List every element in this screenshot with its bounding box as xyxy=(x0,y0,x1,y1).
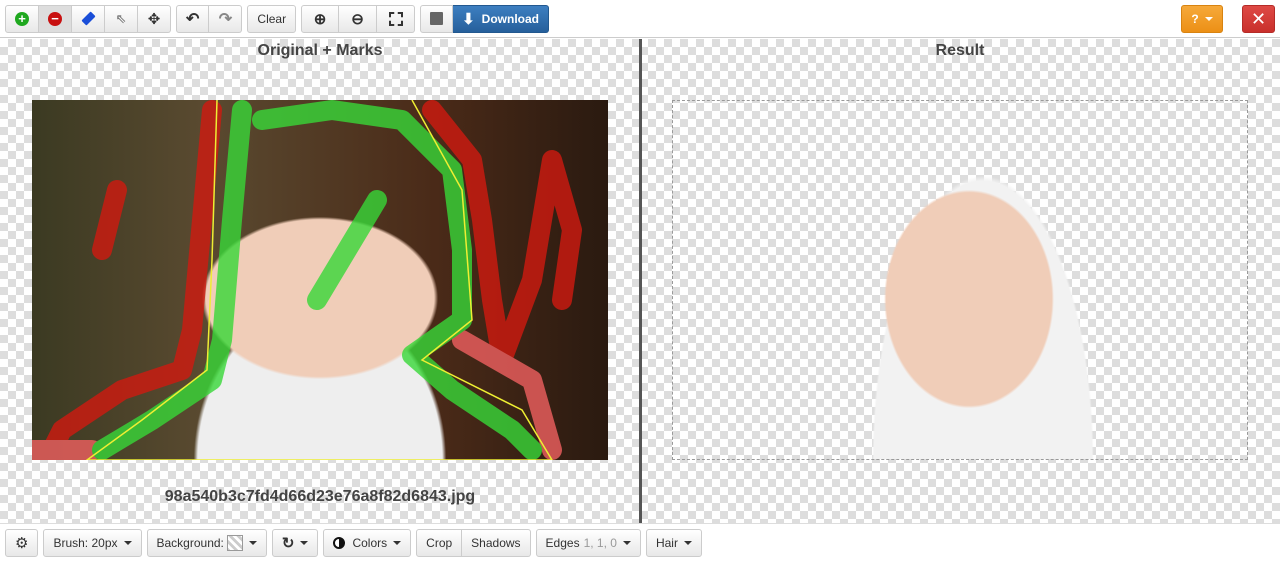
cursor-icon: ⇖ xyxy=(115,10,127,26)
background-label: Background: xyxy=(156,535,224,550)
help-label: ? xyxy=(1191,12,1199,26)
background-dropdown[interactable]: Background: xyxy=(146,528,267,557)
download-icon: ⬇ xyxy=(462,10,475,28)
contrast-icon xyxy=(333,536,346,549)
zoom-out-icon: ⊖ xyxy=(351,10,364,28)
undo-button[interactable]: ↶ xyxy=(176,4,210,33)
redo-icon: ↷ xyxy=(218,10,233,28)
zoom-in-button[interactable]: ⊕ xyxy=(301,4,340,33)
gear-icon: ⚙ xyxy=(15,534,29,552)
edges-label: Edges xyxy=(545,535,580,550)
marks-overlay xyxy=(32,100,582,460)
undo-icon: ↶ xyxy=(186,10,200,28)
caret-icon xyxy=(683,540,692,545)
plus-circle-icon: + xyxy=(15,11,29,26)
edges-values: 1, 1, 0 xyxy=(583,535,617,550)
rotate-icon: ↻ xyxy=(281,534,295,552)
hair-dropdown[interactable]: Hair xyxy=(645,528,702,557)
colors-label: Colors xyxy=(352,535,388,550)
hair-label: Hair xyxy=(655,535,678,550)
shadows-button[interactable]: Shadows xyxy=(462,528,531,557)
floppy-icon xyxy=(430,12,444,25)
caret-icon xyxy=(248,540,257,545)
eraser-icon xyxy=(80,11,96,26)
left-panel-title: Original + Marks xyxy=(257,42,383,59)
download-button[interactable]: ⬇ Download xyxy=(453,4,549,33)
move-icon: ✥ xyxy=(147,10,161,28)
colors-dropdown[interactable]: Colors xyxy=(323,528,412,557)
help-button[interactable]: ? xyxy=(1181,5,1223,33)
close-button[interactable]: ✕ xyxy=(1242,5,1275,33)
edges-dropdown[interactable]: Edges 1, 1, 0 xyxy=(535,528,641,557)
save-button[interactable] xyxy=(420,4,454,33)
remove-brush-button[interactable]: − xyxy=(39,4,72,33)
pan-button[interactable]: ✥ xyxy=(138,4,171,33)
zoom-out-button[interactable]: ⊖ xyxy=(339,4,378,33)
download-label: Download xyxy=(481,11,539,26)
eraser-button[interactable] xyxy=(72,4,105,33)
crop-button[interactable]: Crop xyxy=(416,528,463,557)
checker-swatch-icon xyxy=(226,534,243,551)
top-toolbar: + − ⇖ ✥ ↶ ↷ Clear ⊕ ⊖ ⬇ Download ? ✕ xyxy=(0,0,1280,38)
caret-icon xyxy=(123,540,132,545)
caret-icon xyxy=(622,540,631,545)
brush-size-dropdown[interactable]: Brush: 20px xyxy=(43,528,142,557)
caret-icon xyxy=(1204,17,1213,21)
result-canvas[interactable] xyxy=(672,100,1248,460)
original-image-with-marks[interactable] xyxy=(32,100,608,460)
close-icon: ✕ xyxy=(1250,8,1267,29)
caret-icon xyxy=(393,540,402,545)
clear-button[interactable]: Clear xyxy=(247,4,297,33)
zoom-in-icon: ⊕ xyxy=(313,10,327,28)
result-image xyxy=(843,101,1123,459)
rotate-dropdown[interactable]: ↻ xyxy=(271,528,319,557)
keep-brush-button[interactable]: + xyxy=(5,4,39,33)
brush-size-label: Brush: 20px xyxy=(53,535,118,550)
caret-icon xyxy=(300,540,309,545)
panel-divider[interactable] xyxy=(639,39,642,523)
select-button[interactable]: ⇖ xyxy=(105,4,138,33)
filename-label: 98a540b3c7fd4d66d23e76a8f82d6843.jpg xyxy=(164,488,476,505)
redo-button[interactable]: ↷ xyxy=(209,4,243,33)
fit-button[interactable] xyxy=(377,4,416,33)
right-panel-title: Result xyxy=(935,42,985,59)
minus-circle-icon: − xyxy=(48,11,62,26)
settings-button[interactable]: ⚙ xyxy=(5,528,39,557)
bottom-toolbar: ⚙ Brush: 20px Background: ↻ Colors Crop … xyxy=(0,523,1280,561)
fullscreen-icon xyxy=(388,11,403,26)
